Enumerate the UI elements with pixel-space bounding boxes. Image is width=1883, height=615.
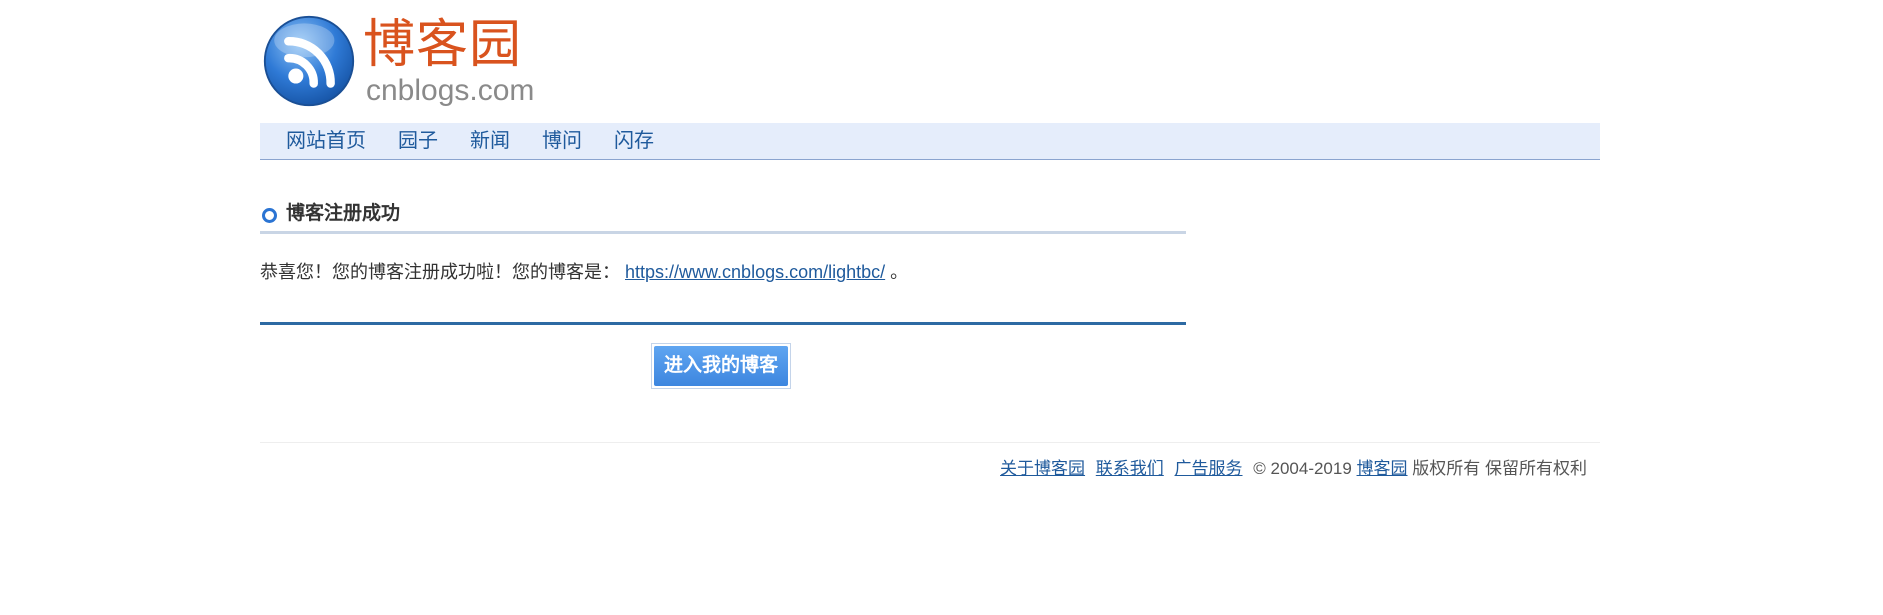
nav-item-flash: 闪存	[614, 123, 654, 159]
rss-logo-icon	[263, 15, 355, 107]
nav-link-news[interactable]: 新闻	[470, 130, 510, 152]
logo-domain-text: cnblogs.com	[366, 74, 535, 107]
top-nav: 网站首页 园子 新闻 博问 闪存	[260, 123, 1600, 160]
nav-item-home: 网站首页	[286, 123, 366, 159]
footer-divider	[260, 442, 1600, 443]
logo-chinese-text: 博客园	[363, 15, 523, 75]
content-divider	[260, 322, 1186, 325]
nav-item-garden: 园子	[398, 123, 438, 159]
site-logo[interactable]: 博客园 cnblogs.com	[260, 12, 534, 112]
footer: 关于博客园 联系我们 广告服务 © 2004-2019 博客园 版权所有 保留所…	[260, 457, 1587, 481]
message-prefix: 恭喜您！您的博客注册成功啦！您的博客是：	[260, 262, 620, 282]
footer-ads-link[interactable]: 广告服务	[1175, 459, 1243, 478]
nav-link-questions[interactable]: 博问	[542, 130, 582, 152]
page: 博客园 cnblogs.com 网站首页 园子 新闻 博问 闪存 博客注册成功 …	[0, 0, 1883, 615]
footer-copyright: © 2004-2019	[1253, 459, 1352, 478]
footer-about-link[interactable]: 关于博客园	[1000, 459, 1085, 478]
nav-link-home[interactable]: 网站首页	[286, 130, 366, 152]
nav-list: 网站首页 园子 新闻 博问 闪存	[260, 123, 1600, 159]
nav-link-flash[interactable]: 闪存	[614, 130, 654, 152]
enter-my-blog-label: 进入我的博客	[654, 346, 788, 386]
footer-site-link[interactable]: 博客园	[1357, 459, 1408, 478]
nav-item-news: 新闻	[470, 123, 510, 159]
bullet-icon	[262, 208, 277, 223]
section-header: 博客注册成功	[260, 200, 1186, 234]
message-suffix: 。	[890, 262, 909, 282]
nav-link-garden[interactable]: 园子	[398, 130, 438, 152]
footer-contact-link[interactable]: 联系我们	[1096, 459, 1164, 478]
footer-rights: 版权所有 保留所有权利	[1412, 459, 1587, 478]
button-row: 进入我的博客	[260, 343, 1186, 389]
section-title: 博客注册成功	[286, 203, 401, 224]
success-message: 恭喜您！您的博客注册成功啦！您的博客是： https://www.cnblogs…	[260, 260, 1186, 284]
nav-item-questions: 博问	[542, 123, 582, 159]
main-content: 博客注册成功 恭喜您！您的博客注册成功啦！您的博客是： https://www.…	[260, 200, 1186, 389]
blog-url-link[interactable]: https://www.cnblogs.com/lightbc/	[625, 262, 885, 282]
enter-my-blog-button[interactable]: 进入我的博客	[651, 343, 791, 389]
